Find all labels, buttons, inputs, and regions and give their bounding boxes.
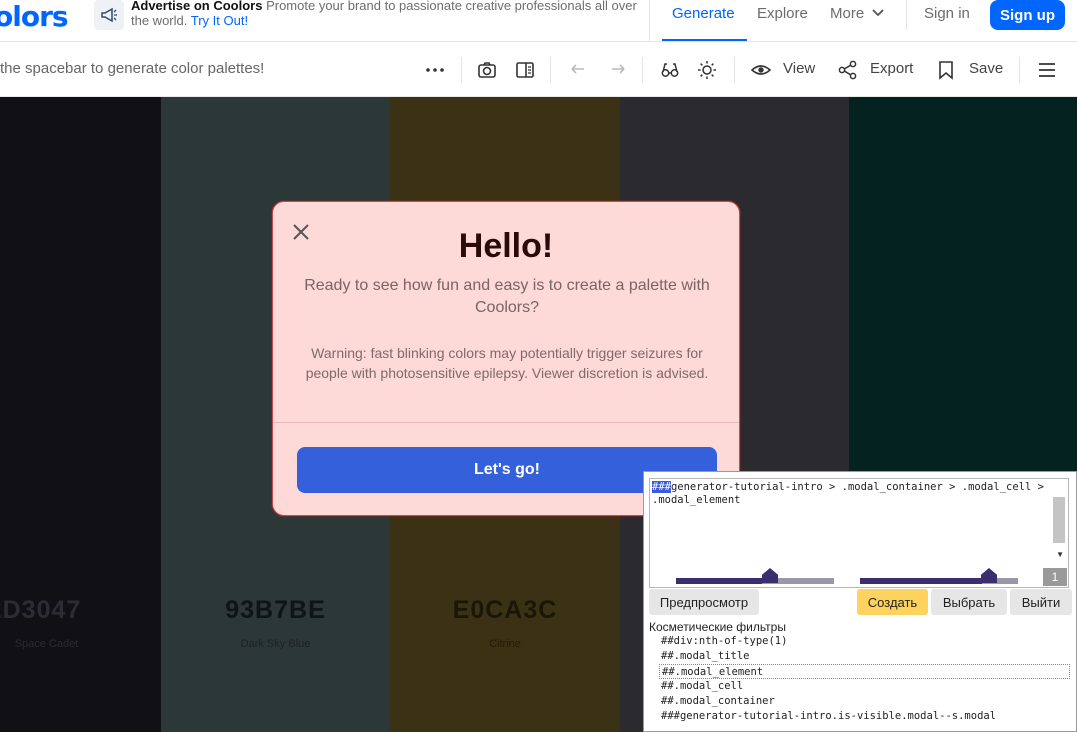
sign-up-button[interactable]: Sign up: [990, 0, 1065, 30]
top-bar: olors Advertise on Coolors Promote your …: [0, 0, 1077, 42]
filter-list-item[interactable]: ##div:nth-of-type(1): [659, 634, 1070, 649]
selector-highlight: ###: [652, 481, 671, 493]
filter-list-item[interactable]: ##.modal_cell: [659, 679, 1070, 694]
create-button[interactable]: Создать: [857, 589, 928, 615]
exit-button[interactable]: Выйти: [1010, 589, 1072, 615]
nav-explore[interactable]: Explore: [757, 5, 808, 22]
cosmetic-filter-panel: ###generator-tutorial-intro > .modal_con…: [643, 471, 1077, 732]
divider: [906, 0, 907, 30]
undo-icon[interactable]: [568, 60, 588, 80]
filter-list-item[interactable]: ##.modal_container: [659, 694, 1070, 709]
selector-text: generator-tutorial-intro > .modal_contai…: [652, 481, 1044, 506]
divider: [642, 57, 643, 83]
match-count-badge: 1: [1043, 568, 1067, 586]
editor-scrollbar[interactable]: [1053, 497, 1065, 543]
filter-editor-text[interactable]: ###generator-tutorial-intro > .modal_con…: [652, 481, 1052, 507]
toolbar: the spacebar to generate color palettes!…: [0, 43, 1077, 97]
more-options-icon[interactable]: [425, 60, 445, 80]
swatch-hex[interactable]: 2D3047: [0, 596, 115, 625]
tutorial-modal: Hello! Ready to see how fun and easy is …: [272, 201, 740, 516]
modal-description: Ready to see how fun and easy is to crea…: [304, 277, 710, 316]
specificity-slider-thumb[interactable]: [981, 568, 997, 583]
filter-editor[interactable]: ###generator-tutorial-intro > .modal_con…: [649, 478, 1069, 588]
view-button[interactable]: View: [783, 60, 815, 77]
filter-list-item[interactable]: ##.modal_title: [659, 649, 1070, 664]
modal-divider: [273, 422, 739, 423]
ad-banner: Advertise on Coolors Promote your brand …: [131, 0, 651, 28]
divider: [1019, 57, 1020, 83]
hamburger-menu-icon[interactable]: [1037, 60, 1057, 80]
bookmark-icon[interactable]: [936, 60, 956, 80]
divider: [461, 57, 462, 83]
divider: [550, 57, 551, 83]
coolors-logo[interactable]: olors: [0, 0, 69, 33]
sign-in-link[interactable]: Sign in: [924, 5, 970, 22]
cosmetic-filters-title: Косметические фильтры: [649, 620, 786, 634]
glasses-icon[interactable]: [660, 60, 680, 80]
export-button[interactable]: Export: [870, 60, 913, 77]
scroll-down-arrow-icon[interactable]: ▼: [1056, 550, 1064, 559]
swatch-name: Dark Sky Blue: [240, 638, 311, 650]
save-button[interactable]: Save: [969, 60, 1003, 77]
spacebar-hint: the spacebar to generate color palettes!: [0, 60, 265, 77]
eye-icon[interactable]: [751, 60, 771, 80]
swatch-name: Space Cadet: [14, 638, 79, 650]
redo-icon[interactable]: [608, 60, 628, 80]
nav-more-label: More: [830, 5, 865, 22]
depth-slider-fill: [676, 578, 762, 584]
megaphone-icon: [94, 0, 124, 30]
ad-title: Advertise on Coolors: [131, 0, 263, 13]
nav-generate[interactable]: Generate: [672, 5, 735, 22]
filter-list-item[interactable]: ###generator-tutorial-intro.is-visible.m…: [659, 709, 1070, 724]
swatch-space-cadet[interactable]: 2D3047 Space Cadet: [0, 97, 161, 732]
modal-title: Hello!: [458, 227, 554, 265]
sidebar-view-icon[interactable]: [515, 60, 535, 80]
swatch-hex[interactable]: E0CA3C: [390, 596, 620, 625]
depth-slider-thumb[interactable]: [762, 568, 778, 583]
share-icon[interactable]: [838, 60, 858, 80]
chevron-down-icon: [872, 9, 884, 17]
filter-list-item-selected[interactable]: ##.modal_element: [659, 664, 1070, 679]
nav-more[interactable]: More: [830, 5, 884, 22]
specificity-slider-fill: [860, 578, 982, 584]
modal-warning: Warning: fast blinking colors may potent…: [305, 345, 709, 381]
nav-active-underline: [662, 39, 747, 41]
camera-icon[interactable]: [477, 60, 497, 80]
divider: [649, 0, 650, 42]
divider: [734, 57, 735, 83]
swatch-hex[interactable]: 93B7BE: [161, 596, 390, 625]
preview-button[interactable]: Предпросмотр: [649, 589, 759, 615]
swatch-name: Citrine: [489, 638, 521, 650]
ad-link[interactable]: Try It Out!: [191, 13, 248, 28]
choose-button[interactable]: Выбрать: [931, 589, 1007, 615]
sun-icon[interactable]: [697, 60, 717, 80]
